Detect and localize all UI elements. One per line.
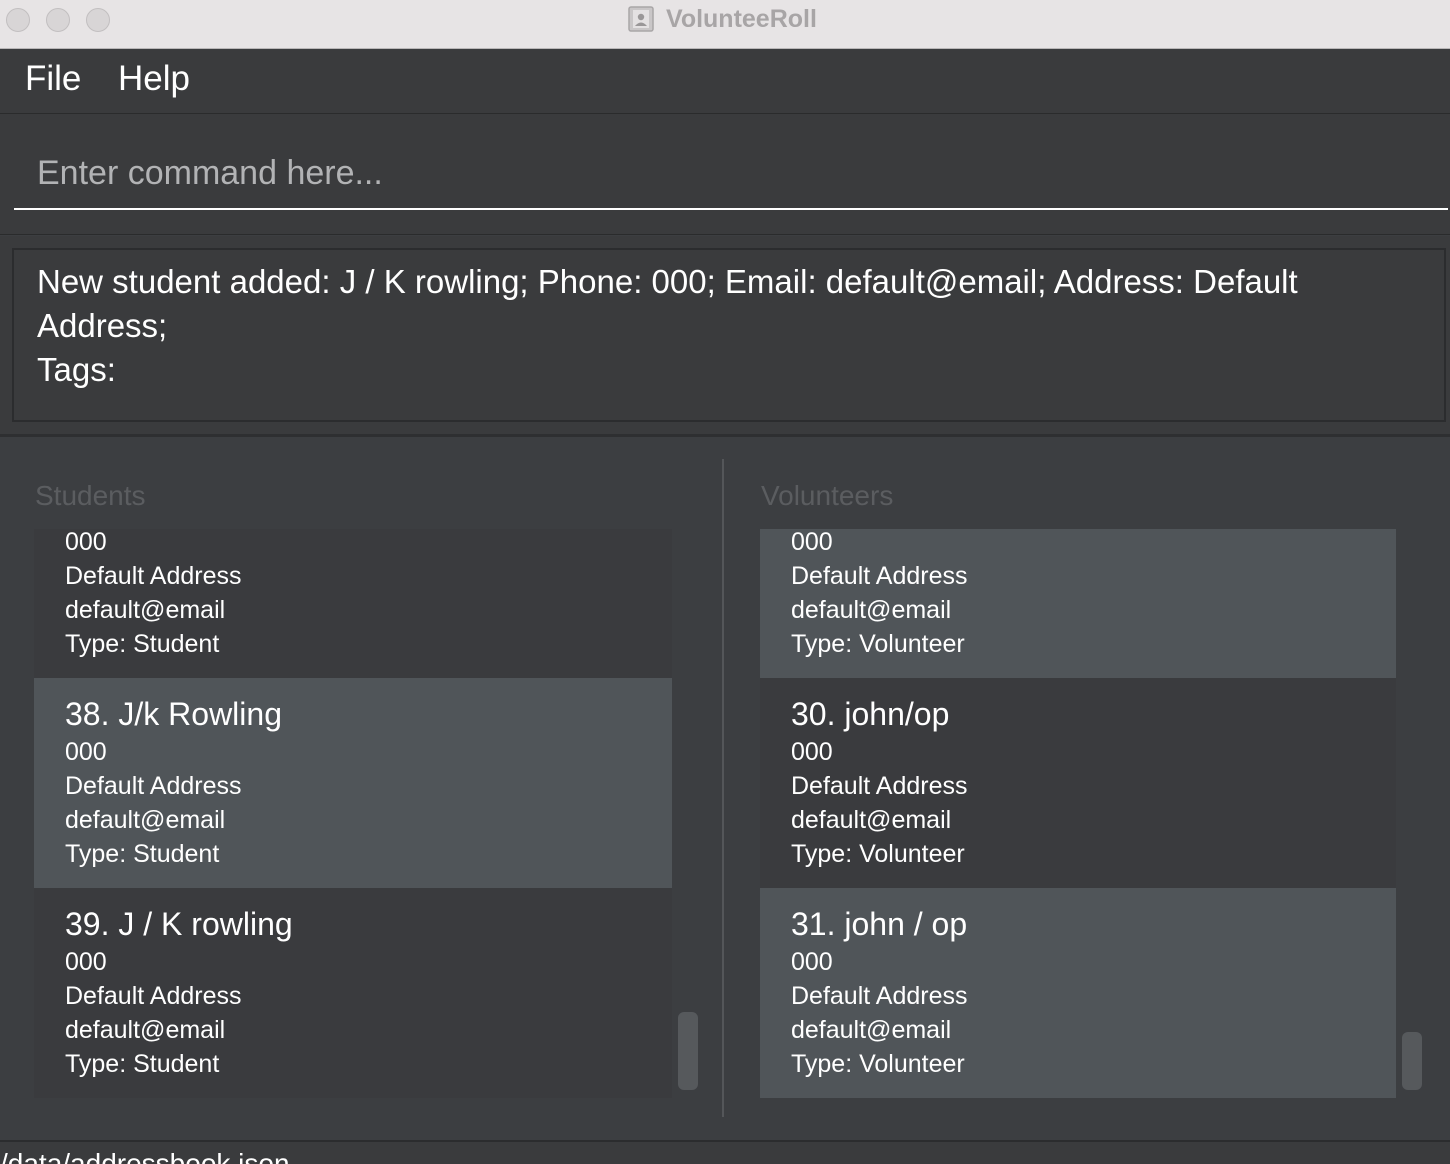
card-phone: 000	[65, 738, 107, 766]
card-email: default@email	[65, 806, 226, 834]
result-display: New student added: J / K rowling; Phone:…	[12, 248, 1446, 422]
card-phone: 000	[791, 738, 833, 766]
student-card[interactable]: 39. J / K rowling 000 Default Address de…	[34, 888, 672, 1098]
card-name: 30. john/op	[791, 696, 950, 732]
command-box	[0, 114, 1450, 234]
card-address: Default Address	[65, 562, 242, 590]
card-address: Default Address	[791, 772, 968, 800]
card-address: Default Address	[791, 982, 968, 1010]
card-phone: 000	[65, 529, 107, 556]
student-card[interactable]: 000 Default Address default@email Type: …	[34, 529, 672, 678]
card-phone: 000	[791, 529, 833, 556]
command-input[interactable]	[14, 138, 1448, 210]
card-email: default@email	[65, 596, 226, 624]
result-message-line: New student added: J / K rowling; Phone:…	[37, 263, 1298, 344]
minimize-window-button[interactable]	[46, 8, 70, 32]
card-email: default@email	[65, 1016, 226, 1044]
zoom-window-button[interactable]	[86, 8, 110, 32]
volunteer-card[interactable]: 31. john / op 000 Default Address defaul…	[760, 888, 1396, 1098]
card-phone: 000	[791, 948, 833, 976]
students-list-title: Students	[35, 480, 146, 511]
result-message-line: Tags:	[37, 351, 116, 388]
card-type: Type: Volunteer	[791, 840, 965, 868]
student-card[interactable]: 38. J/k Rowling 000 Default Address defa…	[34, 678, 672, 888]
menu-file[interactable]: File	[25, 59, 81, 99]
card-email: default@email	[791, 596, 952, 624]
students-scrollbar[interactable]	[678, 1012, 698, 1090]
card-type: Type: Student	[65, 840, 220, 868]
app-icon	[628, 6, 654, 32]
card-phone: 000	[65, 948, 107, 976]
card-name: 38. J/k Rowling	[65, 696, 282, 732]
volunteers-list[interactable]: 000 Default Address default@email Type: …	[760, 529, 1396, 1098]
volunteer-card[interactable]: 000 Default Address default@email Type: …	[760, 529, 1396, 678]
list-divider	[722, 459, 724, 1117]
volunteers-scrollbar[interactable]	[1402, 1032, 1422, 1090]
result-display-container: New student added: J / K rowling; Phone:…	[0, 236, 1450, 436]
window-title: VolunteeRoll	[666, 4, 817, 33]
menu-bar: File Help	[0, 49, 1450, 114]
students-list[interactable]: 000 Default Address default@email Type: …	[34, 529, 672, 1098]
close-window-button[interactable]	[6, 8, 30, 32]
card-type: Type: Student	[65, 630, 220, 658]
card-type: Type: Volunteer	[791, 630, 965, 658]
window-titlebar: VolunteeRoll	[0, 0, 1450, 49]
card-name: 31. john / op	[791, 906, 968, 942]
card-type: Type: Volunteer	[791, 1050, 965, 1078]
card-type: Type: Student	[65, 1050, 220, 1078]
card-address: Default Address	[65, 982, 242, 1010]
volunteer-card[interactable]: 30. john/op 000 Default Address default@…	[760, 678, 1396, 888]
person-lists: Students 000 Default Address default@ema…	[0, 437, 1450, 1140]
card-email: default@email	[791, 1016, 952, 1044]
card-email: default@email	[791, 806, 952, 834]
card-address: Default Address	[65, 772, 242, 800]
volunteers-list-title: Volunteers	[761, 480, 894, 511]
card-name: 39. J / K rowling	[65, 906, 293, 942]
card-address: Default Address	[791, 562, 968, 590]
window-title-group: VolunteeRoll	[628, 5, 817, 33]
status-bar: /data/addressbook.json	[0, 1140, 1450, 1164]
divider	[0, 234, 1450, 235]
menu-help[interactable]: Help	[118, 59, 190, 99]
